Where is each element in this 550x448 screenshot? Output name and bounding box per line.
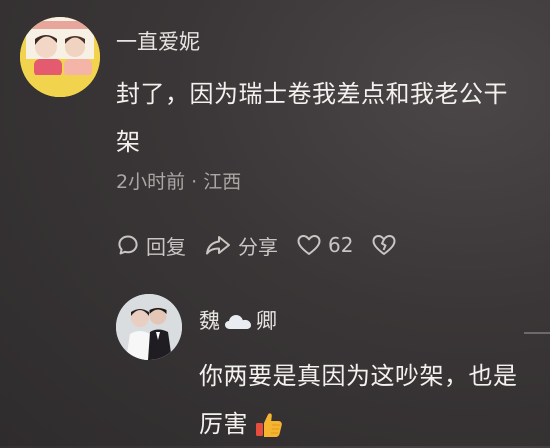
avatar-image (20, 17, 100, 97)
reply-text-line2: 厉害 (199, 400, 529, 448)
user-avatar[interactable] (20, 17, 100, 97)
share-label: 分享 (238, 234, 278, 259)
reply-text-line1: 你两要是真因为这吵架，也是 (199, 362, 518, 390)
reply-username[interactable]: 魏卿 (199, 311, 277, 332)
comment-text: 封了，因为瑞士卷我差点和我老公干架 (116, 80, 508, 156)
reply-user-avatar[interactable] (116, 294, 182, 360)
chat-bubble-icon (118, 235, 138, 255)
like-count: 62 (328, 233, 354, 257)
share-arrow-icon (206, 236, 230, 255)
broken-heart-icon (372, 235, 396, 255)
thumbs-up-icon (256, 413, 282, 437)
comment-username[interactable]: 一直爱妮 (116, 32, 200, 53)
comment-main: 一直爱妮 封了，因为瑞士卷我差点和我老公干架 2小时前 · 江西 回复 分享 6… (0, 0, 550, 290)
reply-label: 回复 (146, 234, 186, 259)
reply-text-part2: 厉害 (199, 410, 248, 438)
reply-avatar-image (116, 294, 182, 360)
share-button[interactable]: 分享 (204, 231, 278, 260)
like-button[interactable]: 62 (296, 233, 353, 257)
cloud-icon (225, 315, 251, 329)
heart-icon (297, 235, 321, 255)
divider-dash (524, 332, 550, 334)
reply-username-part1: 魏 (199, 309, 220, 333)
comment-actions: 回复 分享 62 (116, 229, 415, 261)
reply-text: 你两要是真因为这吵架，也是 厉害 (199, 352, 529, 448)
reply-username-part2: 卿 (256, 309, 277, 333)
dislike-button[interactable] (371, 233, 397, 257)
reply-button[interactable]: 回复 (116, 231, 186, 260)
comment-meta: 2小时前 · 江西 (116, 171, 242, 193)
